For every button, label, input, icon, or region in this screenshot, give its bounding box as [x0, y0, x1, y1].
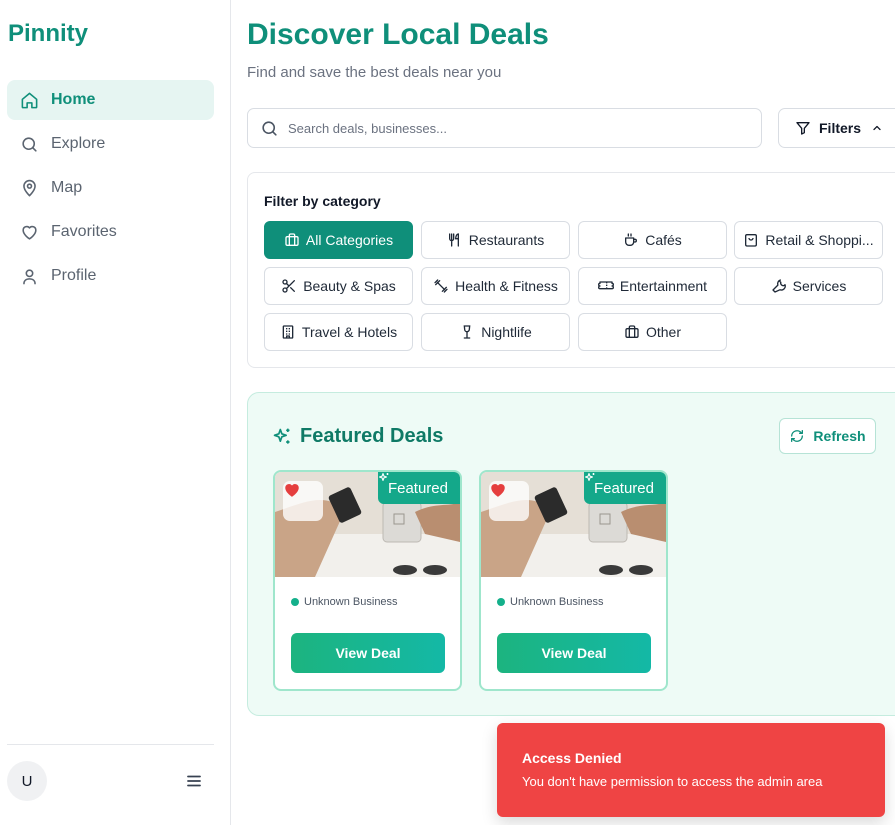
error-toast[interactable]: Access Denied You don't have permission …: [497, 723, 885, 817]
sidebar-item-explore[interactable]: Explore: [7, 124, 214, 164]
bag-icon: [745, 234, 758, 247]
featured-badge-label: Featured: [593, 479, 654, 497]
featured-badge-label: Featured: [387, 479, 448, 497]
refresh-button[interactable]: Refresh: [779, 418, 876, 454]
briefcase-icon: [625, 325, 639, 338]
filters-button[interactable]: Filters: [778, 108, 895, 148]
main-content: Discover Local Deals Find and save the b…: [231, 0, 895, 825]
category-label: Retail & Shoppi...: [765, 232, 874, 248]
ticket-icon: [597, 281, 614, 290]
deal-image: Featured: [481, 472, 666, 577]
sidebar-divider: [7, 744, 214, 745]
sidebar-item-home[interactable]: Home: [7, 80, 214, 120]
category-label: Entertainment: [619, 278, 708, 294]
sidebar-item-label: Map: [51, 179, 83, 196]
featured-deals-title: Featured Deals: [300, 425, 444, 447]
sidebar-nav: Home Explore Map Favorites Profile: [7, 80, 214, 300]
favorite-button[interactable]: [283, 481, 323, 521]
category-other[interactable]: Other: [578, 313, 727, 351]
avatar[interactable]: U: [7, 761, 47, 801]
filters-label: Filters: [819, 120, 862, 136]
filter-icon: [796, 122, 810, 135]
view-deal-button[interactable]: View Deal: [497, 633, 651, 673]
category-label: Health & Fitness: [455, 278, 558, 294]
category-label: Beauty & Spas: [303, 278, 396, 294]
heart-filled-icon: [285, 484, 299, 497]
sidebar-item-favorites[interactable]: Favorites: [7, 212, 214, 252]
dumbbell-icon: [434, 279, 448, 293]
status-dot: [291, 598, 299, 606]
deal-image: Featured: [275, 472, 460, 577]
heart-filled-icon: [491, 484, 505, 497]
chevron-up-icon: [873, 125, 881, 131]
category-label: Other: [645, 324, 681, 340]
page-subtitle: Find and save the best deals near you: [247, 64, 502, 81]
refresh-icon: [791, 430, 804, 442]
sidebar-item-label: Profile: [51, 267, 97, 284]
page-title: Discover Local Deals: [247, 18, 549, 51]
category-all[interactable]: All Categories: [264, 221, 413, 259]
map-pin-icon: [23, 179, 36, 196]
category-label: Services: [792, 278, 847, 294]
deal-card[interactable]: Featured Unknown Business View Deal: [273, 470, 462, 691]
toast-title: Access Denied: [522, 750, 622, 766]
business-name-text: Unknown Business: [304, 596, 398, 608]
business-name: Unknown Business: [497, 596, 604, 608]
sidebar-item-label: Explore: [51, 135, 106, 152]
wrench-icon: [771, 279, 786, 293]
menu-icon: [187, 775, 201, 787]
wine-glass-icon: [463, 325, 471, 339]
user-icon: [23, 268, 36, 284]
brand-logo[interactable]: Pinnity: [8, 20, 88, 48]
category-beauty[interactable]: Beauty & Spas: [264, 267, 413, 305]
menu-button[interactable]: [184, 771, 204, 791]
category-services[interactable]: Services: [734, 267, 883, 305]
featured-badge: Featured: [583, 472, 666, 504]
deal-card[interactable]: Featured Unknown Business View Deal: [479, 470, 668, 691]
category-cafes[interactable]: Cafés: [578, 221, 727, 259]
status-dot: [497, 598, 505, 606]
utensils-icon: [448, 233, 459, 247]
scissors-icon: [282, 279, 296, 293]
sidebar: Pinnity Home Explore Map Favorites Profi…: [0, 0, 231, 825]
featured-deals-section: Featured Deals Refresh Featured Unknown …: [247, 392, 895, 716]
sparkles-icon: [378, 472, 389, 482]
category-entertainment[interactable]: Entertainment: [578, 267, 727, 305]
category-filter-title: Filter by category: [264, 193, 381, 209]
category-health[interactable]: Health & Fitness: [421, 267, 570, 305]
favorite-button[interactable]: [489, 481, 529, 521]
sidebar-item-map[interactable]: Map: [7, 168, 214, 208]
sparkles-icon: [273, 428, 290, 444]
sidebar-item-label: Home: [51, 91, 96, 108]
shopping-bag-icon: [285, 233, 299, 246]
search-icon: [22, 136, 37, 152]
sparkles-icon: [584, 472, 595, 482]
search-input[interactable]: [288, 120, 728, 136]
category-retail[interactable]: Retail & Shoppi...: [734, 221, 883, 259]
featured-deals-heading: Featured Deals: [272, 425, 443, 448]
business-name-text: Unknown Business: [510, 596, 604, 608]
search-icon: [262, 120, 277, 136]
category-label: All Categories: [305, 232, 394, 248]
featured-badge: Featured: [377, 472, 460, 504]
category-label: Restaurants: [468, 232, 545, 248]
category-nightlife[interactable]: Nightlife: [421, 313, 570, 351]
coffee-icon: [625, 233, 638, 246]
building-icon: [282, 325, 294, 339]
category-label: Travel & Hotels: [301, 324, 398, 340]
toast-message: You don't have permission to access the …: [522, 774, 823, 789]
business-name: Unknown Business: [291, 596, 398, 608]
category-restaurants[interactable]: Restaurants: [421, 221, 570, 259]
category-label: Nightlife: [481, 324, 532, 340]
home-icon: [21, 92, 38, 108]
view-deal-button[interactable]: View Deal: [291, 633, 445, 673]
sidebar-item-label: Favorites: [51, 223, 117, 240]
category-label: Cafés: [645, 232, 682, 248]
category-filter-panel: Filter by category All Categories Restau…: [247, 172, 895, 368]
refresh-label: Refresh: [813, 428, 866, 444]
category-travel[interactable]: Travel & Hotels: [264, 313, 413, 351]
sidebar-item-profile[interactable]: Profile: [7, 256, 214, 296]
search-bar[interactable]: [247, 108, 762, 148]
heart-icon: [22, 225, 37, 240]
